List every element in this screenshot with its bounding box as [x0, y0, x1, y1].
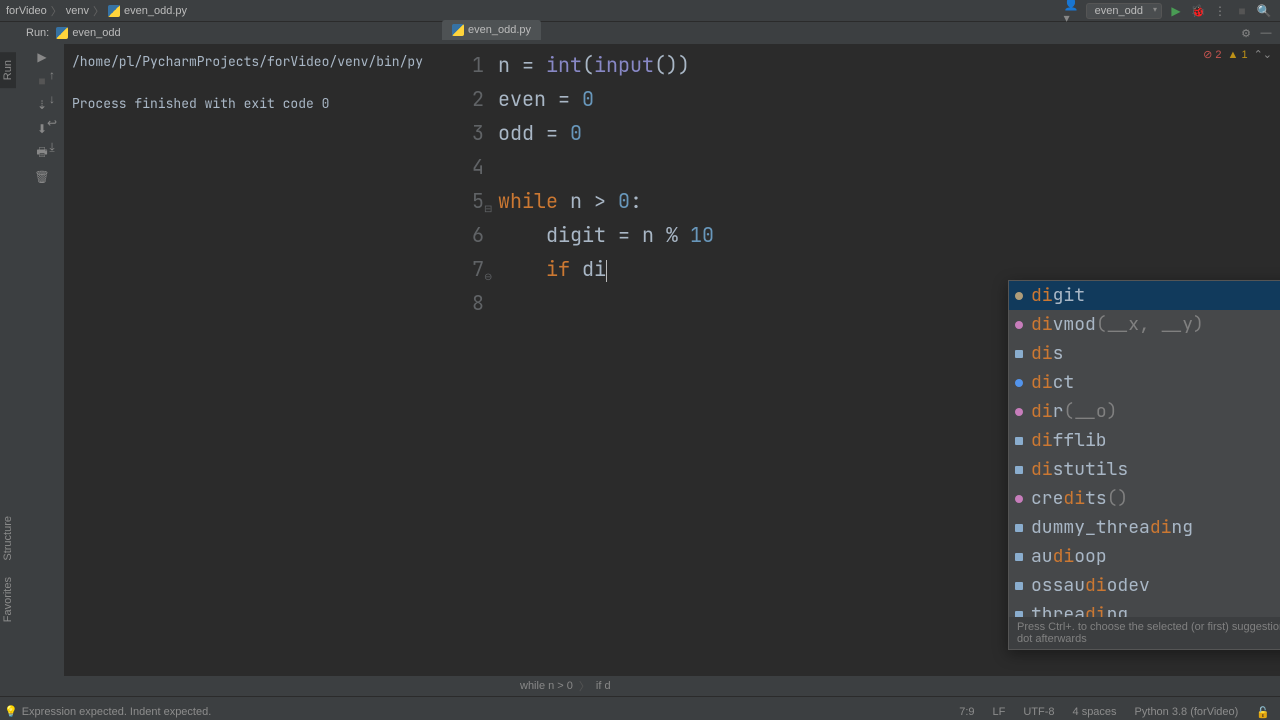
editor-breadcrumbs[interactable]: while n > 0 〉 if d	[20, 676, 1280, 696]
mod-icon	[1015, 437, 1023, 445]
run-config-selector[interactable]: even_odd	[1086, 3, 1162, 19]
run-tool-header: Run: even_odd ⚙ —	[20, 22, 1280, 44]
mod-icon	[1015, 350, 1023, 358]
trash-icon[interactable]: 🗑	[33, 168, 51, 186]
autocomplete-list[interactable]: digit divmod(__x, __y)builtins dis dictb…	[1009, 281, 1280, 617]
run-title-prefix: Run:	[26, 27, 49, 39]
autocomplete-item[interactable]: difflib	[1009, 426, 1280, 455]
autocomplete-footer: Press Ctrl+. to choose the selected (or …	[1009, 617, 1280, 649]
gear-icon[interactable]: ⚙	[1238, 25, 1254, 41]
mod-icon	[1015, 524, 1023, 532]
autocomplete-item[interactable]: ossaudiodev	[1009, 571, 1280, 600]
gutter[interactable]: 12345678	[442, 44, 498, 676]
autocomplete-item[interactable]: dummy_threading	[1009, 513, 1280, 542]
more-run-icon[interactable]: ⋮	[1212, 3, 1228, 19]
autocomplete-item[interactable]: audioop	[1009, 542, 1280, 571]
code-content[interactable]: n = int(input())even = 0odd = 0 while n …	[498, 44, 714, 676]
func-icon	[1015, 408, 1023, 416]
code-with-me-icon[interactable]: 👤▾	[1064, 3, 1080, 19]
exit-message: Process finished with exit code 0	[72, 95, 329, 112]
run-path: /home/pl/PycharmProjects/forVideo/venv/b…	[72, 53, 423, 70]
debug-button[interactable]: 🐞	[1190, 3, 1206, 19]
run-toolbar: ▶ ■ ⇣ ⬇ 🖶 🗑 ↑ ↓ ↩ ⤓	[20, 44, 64, 676]
autocomplete-item[interactable]: dis	[1009, 339, 1280, 368]
interpreter[interactable]: Python 3.8 (forVideo)	[1135, 706, 1239, 719]
side-tab-favorites[interactable]: Favorites	[0, 569, 16, 630]
lock-icon[interactable]: 🔓	[1256, 706, 1270, 719]
var-icon	[1015, 292, 1023, 300]
left-tool-stripe: Run Structure Favorites	[0, 22, 20, 696]
mod-icon	[1015, 553, 1023, 561]
autocomplete-item[interactable]: distutils	[1009, 455, 1280, 484]
status-error-text: Expression expected. Indent expected.	[22, 706, 212, 718]
bulb-icon[interactable]: 💡	[4, 705, 18, 718]
autocomplete-popup: digit divmod(__x, __y)builtins dis dictb…	[1008, 280, 1280, 650]
editor-tab[interactable]: even_odd.py	[442, 20, 541, 40]
hide-panel-icon[interactable]: —	[1258, 25, 1274, 41]
caret-position[interactable]: 7:9	[959, 706, 974, 719]
autocomplete-item[interactable]: credits()builtins	[1009, 484, 1280, 513]
mod-icon	[1015, 582, 1023, 590]
fold-start-icon[interactable]: ⊟	[484, 192, 492, 226]
breadcrumb-project[interactable]: forVideo	[6, 5, 47, 17]
rerun-icon[interactable]: ▶	[33, 48, 51, 66]
down-arrow-icon[interactable]: ↓	[43, 90, 61, 108]
breadcrumb-folder[interactable]: venv	[66, 5, 89, 17]
console-output[interactable]: /home/pl/PycharmProjects/forVideo/venv/b…	[64, 44, 442, 676]
breadcrumb-file[interactable]: even_odd.py	[124, 5, 187, 17]
softwrap-icon[interactable]: ↩	[43, 114, 61, 132]
stop-button[interactable]: ■	[1234, 3, 1250, 19]
run-title: even_odd	[72, 27, 120, 39]
func-icon	[1015, 321, 1023, 329]
navigation-bar: forVideo 〉 venv 〉 even_odd.py 👤▾ even_od…	[0, 0, 1280, 22]
autocomplete-item[interactable]: digit	[1009, 281, 1280, 310]
encoding[interactable]: UTF-8	[1023, 706, 1054, 719]
fold-end-icon[interactable]: ⊖	[484, 260, 492, 294]
run-tool-window: ▶ ■ ⇣ ⬇ 🖶 🗑 ↑ ↓ ↩ ⤓ /home/pl/PycharmProj…	[20, 44, 442, 676]
scroll-icon[interactable]: ⤓	[43, 138, 61, 156]
autocomplete-item[interactable]: dir(__o)builtins	[1009, 397, 1280, 426]
cls-icon	[1015, 379, 1023, 387]
autocomplete-item[interactable]: divmod(__x, __y)builtins	[1009, 310, 1280, 339]
autocomplete-item[interactable]: dictbuiltins	[1009, 368, 1280, 397]
side-tab-run[interactable]: Run	[0, 52, 16, 88]
indent[interactable]: 4 spaces	[1073, 706, 1117, 719]
editor[interactable]: even_odd.py ⊘ 2 ▲ 1 ⌃⌄ 12345678 n = int(…	[442, 44, 1280, 676]
mod-icon	[1015, 466, 1023, 474]
run-button[interactable]: ▶	[1168, 3, 1184, 19]
search-icon[interactable]: 🔍	[1256, 3, 1272, 19]
func-icon	[1015, 495, 1023, 503]
mod-icon	[1015, 611, 1023, 618]
up-arrow-icon[interactable]: ↑	[43, 66, 61, 84]
side-tab-structure[interactable]: Structure	[0, 508, 16, 569]
python-file-icon	[56, 27, 68, 39]
python-file-icon	[108, 5, 120, 17]
python-file-icon	[452, 24, 464, 36]
autocomplete-item[interactable]: threading	[1009, 600, 1280, 617]
breadcrumb[interactable]: forVideo 〉 venv 〉 even_odd.py	[0, 3, 187, 19]
line-ending[interactable]: LF	[993, 706, 1006, 719]
